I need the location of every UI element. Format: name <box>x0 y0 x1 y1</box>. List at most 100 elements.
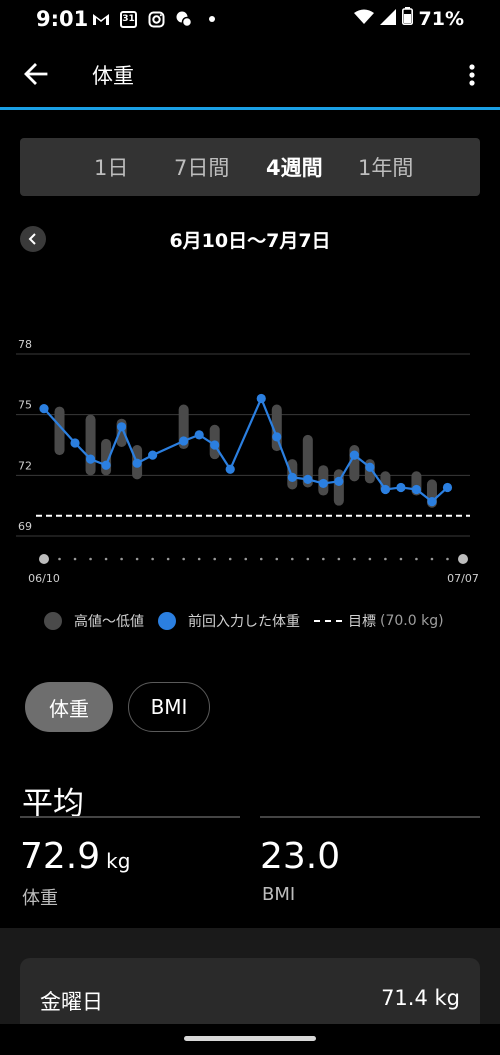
x-axis-tick-dot <box>182 557 185 561</box>
weight-point <box>334 476 344 486</box>
status-time: 9:01 <box>36 7 89 31</box>
tab-7days[interactable]: 7日間 <box>174 152 229 182</box>
x-axis-tick-dot <box>228 557 232 561</box>
x-axis-tick-dot <box>89 557 92 561</box>
weight-point <box>272 432 282 442</box>
status-icons: 31 <box>92 10 221 28</box>
tab-1year[interactable]: 1年間 <box>358 152 413 182</box>
x-axis-tick-dot <box>244 557 248 561</box>
wifi-icon <box>353 8 374 30</box>
home-gesture-handle[interactable] <box>184 1036 316 1041</box>
chat-icon <box>175 10 193 28</box>
entry-value: 71.4 kg <box>381 986 460 1010</box>
x-start-label: 06/10 <box>28 572 60 585</box>
weight-point <box>101 460 111 470</box>
average-weight-unit: kg <box>106 849 131 873</box>
x-axis-tick-dot <box>322 557 325 561</box>
tab-1day[interactable]: 1日 <box>94 152 128 182</box>
status-right: 71% <box>353 7 464 30</box>
battery-percent: 71% <box>418 7 464 30</box>
legend-range-label: 高値〜低値 <box>74 614 144 630</box>
more-options-button[interactable] <box>462 60 482 90</box>
x-axis-tick-dot <box>259 557 263 561</box>
x-axis-tick-dot <box>306 557 310 561</box>
x-axis-end-marker <box>39 554 49 564</box>
chart-legend: 高値〜低値 前回入力した体重 目標 (70.0 kg) <box>44 610 458 632</box>
weight-chart: 78 75 72 69 06/10 07/07 <box>16 338 479 585</box>
weight-point <box>349 450 359 460</box>
weight-point <box>39 404 49 414</box>
x-axis-tick-dot <box>58 557 61 561</box>
date-range: 6月10日〜7月7日 <box>169 230 331 252</box>
average-bmi-value: 23.0 <box>260 836 341 877</box>
previous-range-button[interactable] <box>20 226 46 252</box>
average-divider-right <box>260 816 480 818</box>
x-axis-tick-dot <box>120 557 123 561</box>
status-bar: 9:01 31 71% <box>0 0 500 40</box>
x-axis-tick-dot <box>104 557 108 561</box>
average-weight-label: 体重 <box>22 888 58 909</box>
weight-point <box>194 430 204 440</box>
weight-point <box>179 436 189 446</box>
x-axis-tick-dot <box>368 557 372 561</box>
average-weight-value: 72.9 <box>20 836 101 877</box>
weight-point <box>132 458 142 468</box>
x-axis-tick-dot <box>135 557 139 561</box>
tab-4weeks[interactable]: 4週間 <box>266 152 323 182</box>
weight-point <box>380 484 391 495</box>
period-tabs: 1日 7日間 4週間 1年間 <box>20 138 480 196</box>
x-axis-tick-dot <box>151 557 154 561</box>
legend-goal-label: 目標 <box>348 614 376 630</box>
x-axis-tick-dot <box>446 557 449 561</box>
x-axis-tick-dot <box>213 557 217 561</box>
bmi-toggle-button[interactable]: BMI <box>128 682 210 732</box>
x-axis-tick-dot <box>73 557 77 561</box>
legend-last-label: 前回入力した体重 <box>188 614 300 630</box>
average-divider-left <box>20 816 240 818</box>
x-axis-tick-dot <box>166 557 170 561</box>
y-tick-label: 78 <box>18 338 32 351</box>
weight-point <box>225 464 235 474</box>
legend-goal-swatch <box>314 620 342 622</box>
x-axis-tick-dot <box>353 557 356 561</box>
weight-point <box>210 440 220 450</box>
range-bar <box>85 414 96 476</box>
accent-divider <box>0 107 500 110</box>
weight-toggle-button[interactable]: 体重 <box>25 682 113 732</box>
legend-range: 高値〜低値 <box>44 611 144 631</box>
y-tick-label: 69 <box>18 520 32 533</box>
x-axis-tick-dot <box>399 557 403 561</box>
app-bar: 体重 <box>0 40 500 108</box>
arrow-left-icon <box>24 63 48 85</box>
x-axis-tick-dot <box>275 557 279 561</box>
weight-point <box>365 462 375 472</box>
legend-goal: 目標 (70.0 kg) <box>314 611 444 631</box>
signal-icon <box>379 8 396 30</box>
weight-point <box>287 472 297 482</box>
weight-point <box>442 482 453 493</box>
instagram-icon <box>147 10 165 28</box>
x-axis-tick-dot <box>197 557 201 561</box>
x-axis-tick-dot <box>384 557 387 561</box>
x-axis-tick-dot <box>415 557 418 561</box>
weight-point <box>256 393 266 404</box>
x-end-label: 07/07 <box>447 572 479 585</box>
weight-point <box>396 482 406 493</box>
average-bmi: 23.0 <box>260 836 340 877</box>
gmail-icon <box>92 10 110 28</box>
legend-range-swatch <box>44 612 62 630</box>
back-button[interactable] <box>20 58 52 90</box>
legend-last-swatch <box>158 612 176 630</box>
average-weight: 72.9 kg <box>20 836 130 877</box>
x-axis-tick-dot <box>430 557 434 561</box>
system-nav-bar <box>0 1024 500 1055</box>
weight-point <box>148 450 158 460</box>
x-axis-end-marker <box>458 554 468 564</box>
weight-point <box>70 438 80 448</box>
entry-day: 金曜日 <box>40 990 103 1014</box>
weight-point <box>85 454 96 464</box>
more-vert-icon <box>469 64 475 86</box>
battery-icon <box>401 7 413 30</box>
y-tick-label: 75 <box>18 399 32 412</box>
y-tick-label: 72 <box>18 459 32 472</box>
